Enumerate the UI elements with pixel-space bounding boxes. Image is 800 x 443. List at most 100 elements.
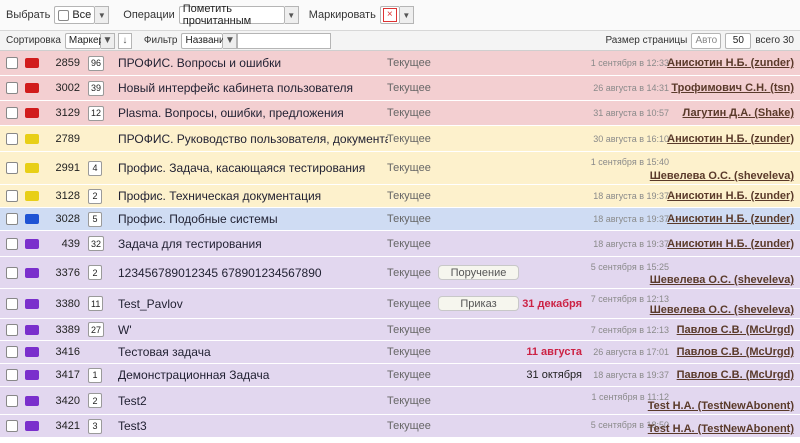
- color-marker-icon[interactable]: [25, 83, 39, 93]
- select-all-checkbox[interactable]: [58, 9, 70, 21]
- task-author-link[interactable]: Шевелева О.С. (sheveleva): [650, 152, 794, 184]
- task-status: Текущее: [387, 237, 431, 250]
- task-author-link[interactable]: Анисютин Н.Б. (zunder): [660, 185, 794, 207]
- table-row[interactable]: 3416 Тестовая задача Текущее 11 августа 26 а…: [0, 341, 800, 364]
- color-marker-icon[interactable]: [25, 163, 39, 173]
- operations-dropdown[interactable]: Пометить прочитанным: [178, 3, 285, 27]
- table-row[interactable]: 439 32 Задача для тестирования Текущее 18 ав…: [0, 231, 800, 257]
- table-row[interactable]: 3421 3 Test3 Текущее 5 сентября в 18:50 Test …: [0, 415, 800, 438]
- task-kind-badge: Приказ: [438, 296, 519, 311]
- table-row[interactable]: 3376 2 123456789012345 678901234567890 Теку…: [0, 257, 800, 289]
- task-title-link[interactable]: Задача для тестирования: [118, 231, 388, 256]
- color-marker-icon[interactable]: [25, 267, 39, 278]
- table-row[interactable]: 2789 ПРОФИС. Руководство пользователя, до…: [0, 126, 800, 152]
- task-author-link[interactable]: Test Н.А. (TestNewAbonent): [648, 415, 794, 437]
- sort-direction-icon[interactable]: ↓: [117, 32, 132, 49]
- table-row[interactable]: 3389 27 W' Текущее 7 сентября в 12:13 Павлов …: [0, 319, 800, 341]
- table-row[interactable]: 2859 96 ПРОФИС. Вопросы и ошибки Текущее 1 с…: [0, 51, 800, 76]
- task-title-link[interactable]: Демонстрационная Задача: [118, 364, 388, 386]
- table-row[interactable]: 3417 1 Демонстрационная Задача Текущее 31 ок…: [0, 364, 800, 387]
- page-size-input[interactable]: 50: [725, 32, 752, 49]
- task-title-link[interactable]: Test3: [118, 415, 388, 437]
- sort-dropdown[interactable]: Маркеры: [64, 32, 111, 49]
- chevron-down-icon[interactable]: ▼: [284, 6, 299, 24]
- color-marker-icon[interactable]: [25, 238, 39, 249]
- color-marker-icon[interactable]: [25, 58, 39, 68]
- color-marker-icon[interactable]: [25, 347, 39, 357]
- color-marker-icon[interactable]: [25, 298, 39, 309]
- table-row[interactable]: 3420 2 Test2 Текущее 1 сентября в 11:12 Test …: [0, 387, 800, 415]
- task-title-link[interactable]: Новый интерфейс кабинета пользователя: [118, 76, 388, 100]
- table-row[interactable]: 3129 12 Plasma. Вопросы, ошибки, предложен…: [0, 101, 800, 126]
- task-author-link[interactable]: Лагутин Д.А. (Shake): [660, 101, 794, 125]
- table-row[interactable]: 3002 39 Новый интерфейс кабинета пользоват…: [0, 76, 800, 101]
- task-author-link[interactable]: Анисютин Н.Б. (zunder): [660, 208, 794, 230]
- row-checkbox[interactable]: [6, 297, 18, 310]
- row-checkbox[interactable]: [6, 369, 18, 381]
- color-marker-icon[interactable]: [25, 324, 39, 335]
- color-marker-icon[interactable]: [25, 370, 39, 380]
- table-row[interactable]: 3028 5 Профис. Подобные системы Текущее 18 а…: [0, 208, 800, 231]
- task-updated-date: 31 августа в 10:57: [593, 108, 669, 118]
- task-author-link[interactable]: Анисютин Н.Б. (zunder): [660, 231, 794, 256]
- task-author-link[interactable]: Анисютин Н.Б. (zunder): [660, 126, 794, 151]
- task-updated-date: 7 сентября в 12:13: [590, 324, 669, 335]
- row-checkbox[interactable]: [6, 132, 18, 145]
- task-author-link[interactable]: Павлов С.В. (McUrgd): [660, 341, 794, 363]
- task-title-link[interactable]: Профис. Подобные системы: [118, 208, 388, 230]
- table-row[interactable]: 2991 4 Профис. Задача, касающаяся тестиров…: [0, 152, 800, 185]
- table-row[interactable]: 3128 2 Профис. Техническая документация Тек…: [0, 185, 800, 208]
- filter-label: Фильтр: [143, 35, 178, 46]
- row-checkbox[interactable]: [6, 420, 18, 432]
- chevron-down-icon[interactable]: ▼: [100, 32, 115, 49]
- table-row[interactable]: 3380 11 Test_Pavlov Текущее Приказ 31 декабря…: [0, 289, 800, 319]
- row-checkbox[interactable]: [6, 346, 18, 358]
- task-title-link[interactable]: Тестовая задача: [118, 341, 388, 363]
- filter-field-dropdown[interactable]: Название: [181, 32, 230, 49]
- filter-input[interactable]: [237, 32, 332, 49]
- task-author-link[interactable]: Шевелева О.С. (sheveleva): [650, 289, 794, 318]
- row-checkbox[interactable]: [6, 266, 18, 279]
- task-title-link[interactable]: Профис. Техническая документация: [118, 185, 388, 207]
- color-marker-icon[interactable]: [25, 421, 39, 431]
- task-author-link[interactable]: Павлов С.В. (McUrgd): [660, 364, 794, 386]
- task-author-link[interactable]: Шевелева О.С. (sheveleva): [650, 257, 794, 288]
- task-author-link[interactable]: Павлов С.В. (McUrgd): [660, 319, 794, 340]
- comment-count-badge: 32: [88, 236, 105, 251]
- task-title-link[interactable]: Профис. Задача, касающаяся тестирования: [118, 152, 388, 184]
- select-all-dropdown[interactable]: Все: [54, 6, 96, 24]
- color-marker-icon[interactable]: [25, 133, 39, 144]
- color-marker-icon[interactable]: [25, 395, 39, 406]
- chevron-down-icon[interactable]: ▼: [95, 6, 110, 24]
- row-checkbox[interactable]: [6, 107, 18, 119]
- color-marker-icon[interactable]: [25, 108, 39, 118]
- mark-dropdown[interactable]: ×: [379, 6, 400, 24]
- row-checkbox[interactable]: [6, 82, 18, 94]
- task-status: Текущее: [387, 346, 431, 358]
- row-checkbox[interactable]: [6, 190, 18, 202]
- task-title-link[interactable]: Test2: [118, 387, 388, 414]
- task-title-link[interactable]: W': [118, 319, 388, 340]
- row-checkbox[interactable]: [6, 57, 18, 69]
- color-marker-icon[interactable]: [25, 214, 39, 224]
- task-title-link[interactable]: Plasma. Вопросы, ошибки, предложения: [118, 101, 388, 125]
- task-title-link[interactable]: Test_Pavlov: [118, 289, 388, 318]
- task-status: Текущее: [387, 190, 431, 202]
- row-checkbox[interactable]: [6, 237, 18, 250]
- chevron-down-icon[interactable]: ▼: [223, 32, 238, 49]
- row-checkbox[interactable]: [6, 394, 18, 407]
- task-title-link[interactable]: ПРОФИС. Вопросы и ошибки: [118, 51, 388, 75]
- select-label: Выбрать: [6, 9, 51, 21]
- task-author-link[interactable]: Анисютин Н.Б. (zunder): [660, 51, 794, 75]
- row-checkbox[interactable]: [6, 323, 18, 336]
- task-status: Текущее: [387, 162, 431, 174]
- color-marker-icon[interactable]: [25, 191, 39, 201]
- task-title-link[interactable]: 123456789012345 678901234567890: [118, 257, 388, 288]
- page-size-auto-button[interactable]: Авто: [691, 32, 722, 49]
- task-author-link[interactable]: Трофимович С.Н. (tsn): [660, 76, 794, 100]
- row-checkbox[interactable]: [6, 162, 18, 174]
- chevron-down-icon[interactable]: ▼: [399, 6, 414, 24]
- task-title-link[interactable]: ПРОФИС. Руководство пользователя, докуме…: [118, 126, 388, 151]
- task-author-link[interactable]: Test Н.А. (TestNewAbonent): [648, 387, 794, 414]
- row-checkbox[interactable]: [6, 213, 18, 225]
